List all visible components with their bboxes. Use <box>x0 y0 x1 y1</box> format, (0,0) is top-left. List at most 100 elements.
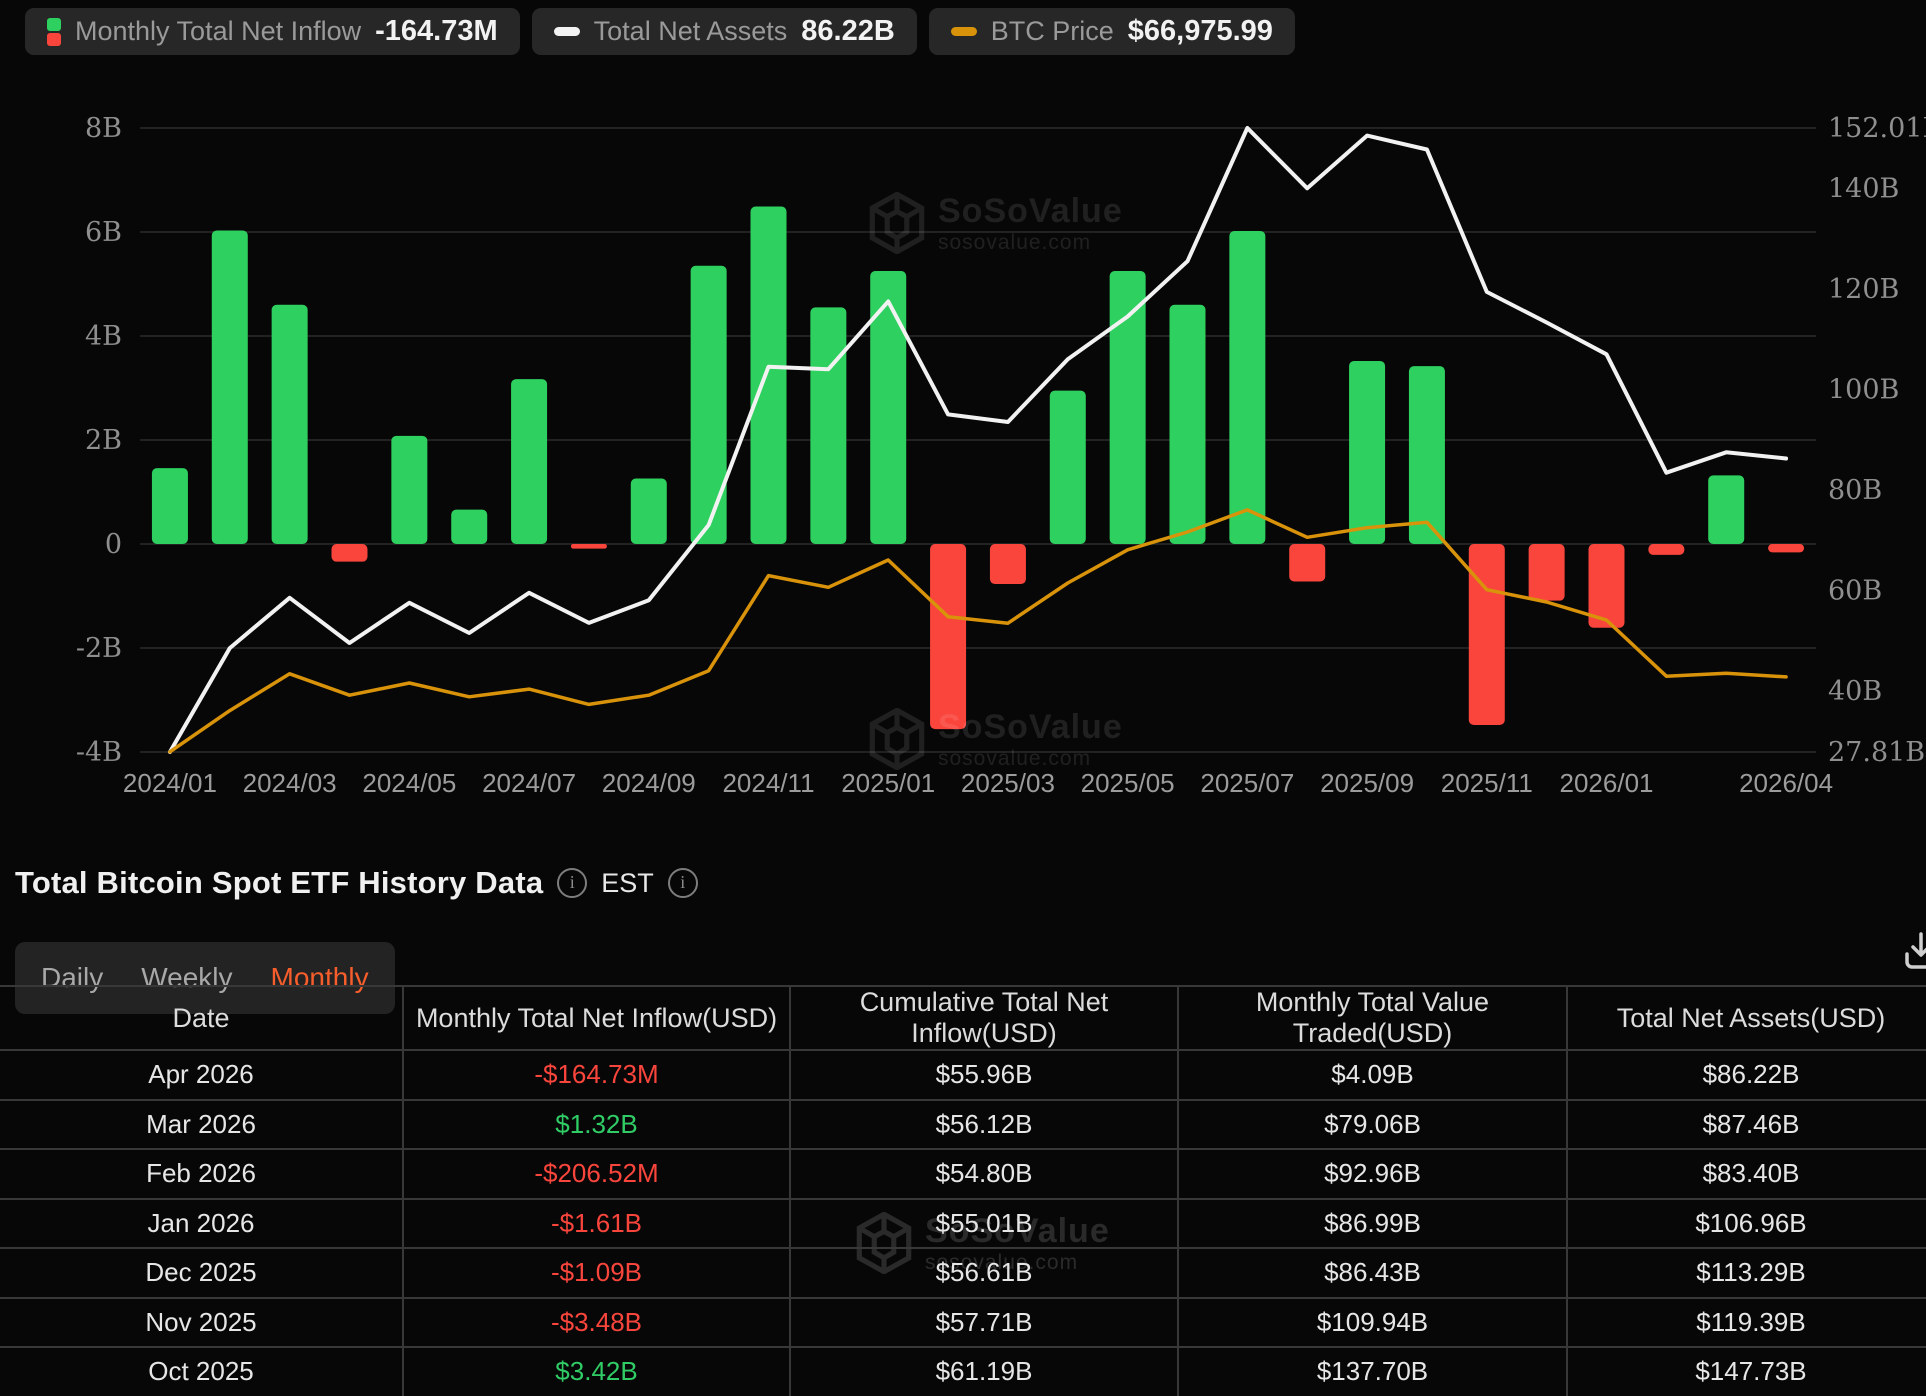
cumulative-inflow-cell: $54.80B <box>790 1149 1178 1199</box>
download-icon[interactable] <box>1899 928 1926 972</box>
cumulative-inflow-cell: $61.19B <box>790 1347 1178 1396</box>
column-header: Cumulative Total Net Inflow(USD) <box>790 986 1178 1050</box>
date-cell: Apr 2026 <box>0 1050 403 1100</box>
x-axis-tick: 2026/01 <box>1560 768 1654 798</box>
value-traded-cell: $79.06B <box>1178 1100 1567 1150</box>
info-icon[interactable]: i <box>668 868 698 898</box>
right-axis-tick: 152.01B <box>1828 113 1926 144</box>
legend-item-btc-price[interactable]: BTC Price $66,975.99 <box>929 8 1295 55</box>
net-assets-cell: $86.22B <box>1567 1050 1926 1100</box>
legend-item-monthly-net-inflow[interactable]: Monthly Total Net Inflow -164.73M <box>25 8 520 55</box>
right-axis-tick: 120B <box>1828 274 1899 305</box>
history-data-header: Total Bitcoin Spot ETF History Data i ES… <box>15 865 698 901</box>
inflow-bar <box>870 271 906 544</box>
value-traded-cell: $86.99B <box>1178 1199 1567 1249</box>
inflow-bar <box>1708 475 1744 544</box>
monthly-inflow-cell: -$1.09B <box>403 1248 790 1298</box>
net-assets-cell: $87.46B <box>1567 1100 1926 1150</box>
legend-value: $66,975.99 <box>1128 15 1273 48</box>
net-assets-cell: $147.73B <box>1567 1347 1926 1396</box>
inflow-bar <box>391 436 427 544</box>
x-axis-tick: 2025/09 <box>1320 768 1414 798</box>
left-axis-tick: -2B <box>76 633 122 664</box>
left-axis-tick: 4B <box>85 321 122 352</box>
left-axis-tick: 6B <box>85 217 122 248</box>
inflow-bar <box>1349 361 1385 544</box>
monthly-inflow-cell: -$1.61B <box>403 1199 790 1249</box>
cumulative-inflow-cell: $55.01B <box>790 1199 1178 1249</box>
legend-label: BTC Price <box>991 16 1114 47</box>
inflow-bar <box>1110 271 1146 544</box>
date-cell: Oct 2025 <box>0 1347 403 1396</box>
inflow-bar <box>511 379 547 544</box>
chart-legend: Monthly Total Net Inflow -164.73M Total … <box>25 8 1295 55</box>
x-axis-tick: 2024/09 <box>602 768 696 798</box>
value-traded-cell: $86.43B <box>1178 1248 1567 1298</box>
legend-item-total-net-assets[interactable]: Total Net Assets 86.22B <box>532 8 917 55</box>
inflow-bar <box>1469 544 1505 725</box>
net-assets-cell: $113.29B <box>1567 1248 1926 1298</box>
cumulative-inflow-cell: $56.61B <box>790 1248 1178 1298</box>
assets-line-icon <box>554 27 580 36</box>
value-traded-cell: $137.70B <box>1178 1347 1567 1396</box>
monthly-inflow-cell: -$3.48B <box>403 1298 790 1348</box>
column-header: Date <box>0 986 403 1050</box>
cumulative-inflow-cell: $57.71B <box>790 1298 1178 1348</box>
x-axis-tick: 2026/04 <box>1739 768 1833 798</box>
legend-label: Total Net Assets <box>594 16 788 47</box>
x-axis-tick: 2024/01 <box>123 768 217 798</box>
inflow-bar <box>930 544 966 729</box>
legend-value: 86.22B <box>801 15 895 48</box>
column-header: Monthly Total Value Traded(USD) <box>1178 986 1567 1050</box>
x-axis-tick: 2025/03 <box>961 768 1055 798</box>
column-header: Total Net Assets(USD) <box>1567 986 1926 1050</box>
value-traded-cell: $4.09B <box>1178 1050 1567 1100</box>
value-traded-cell: $109.94B <box>1178 1298 1567 1348</box>
inflow-bar <box>1050 391 1086 544</box>
x-axis-tick: 2025/07 <box>1200 768 1294 798</box>
info-icon[interactable]: i <box>557 868 587 898</box>
inflow-bar <box>990 544 1026 584</box>
section-title: Total Bitcoin Spot ETF History Data <box>15 865 543 901</box>
inflow-bar <box>332 544 368 562</box>
column-header: Monthly Total Net Inflow(USD) <box>403 986 790 1050</box>
right-axis-tick: 80B <box>1828 475 1882 506</box>
inflow-bar <box>1768 544 1804 552</box>
inflow-bar <box>152 468 188 544</box>
right-axis-tick: 60B <box>1828 575 1882 606</box>
left-axis-tick: 0 <box>105 529 122 560</box>
left-axis-tick: 8B <box>85 113 122 144</box>
x-axis-tick: 2025/01 <box>841 768 935 798</box>
date-cell: Nov 2025 <box>0 1298 403 1348</box>
x-axis-tick: 2024/05 <box>362 768 456 798</box>
inflow-bar <box>1170 305 1206 544</box>
monthly-inflow-bars <box>152 207 1804 730</box>
monthly-inflow-cell: $1.32B <box>403 1100 790 1150</box>
x-axis-tick: 2024/11 <box>722 768 814 798</box>
left-axis-labels: 8B6B4B2B0-2B-4B <box>76 113 122 768</box>
inflow-bar <box>571 544 607 549</box>
net-assets-cell: $119.39B <box>1567 1298 1926 1348</box>
inflow-bar <box>691 266 727 544</box>
table-row: Nov 2025-$3.48B$57.71B$109.94B$119.39B <box>0 1298 1926 1348</box>
inflow-bar <box>810 307 846 544</box>
inflow-bar <box>212 230 248 544</box>
value-traded-cell: $92.96B <box>1178 1149 1567 1199</box>
x-axis-labels: 2024/01 2024/03 2024/05 2024/07 2024/09 2024/… <box>123 768 1833 798</box>
etf-flow-combo-chart: 8B6B4B2B0-2B-4B152.01B140B120B100B80B60B… <box>0 0 1926 830</box>
right-axis-tick: 100B <box>1828 374 1899 405</box>
btc-line-icon <box>951 27 977 36</box>
left-axis-tick: 2B <box>85 425 122 456</box>
timezone-label: EST <box>601 868 654 899</box>
table-row: Dec 2025-$1.09B$56.61B$86.43B$113.29B <box>0 1248 1926 1298</box>
monthly-inflow-cell: $3.42B <box>403 1347 790 1396</box>
table-row: Feb 2026-$206.52M$54.80B$92.96B$83.40B <box>0 1149 1926 1199</box>
x-axis-tick: 2024/03 <box>243 768 337 798</box>
right-axis-tick: 40B <box>1828 676 1882 707</box>
date-cell: Jan 2026 <box>0 1199 403 1249</box>
date-cell: Mar 2026 <box>0 1100 403 1150</box>
date-cell: Dec 2025 <box>0 1248 403 1298</box>
inflow-bar <box>631 478 667 544</box>
x-axis-tick: 2024/07 <box>482 768 576 798</box>
legend-value: -164.73M <box>375 15 498 48</box>
